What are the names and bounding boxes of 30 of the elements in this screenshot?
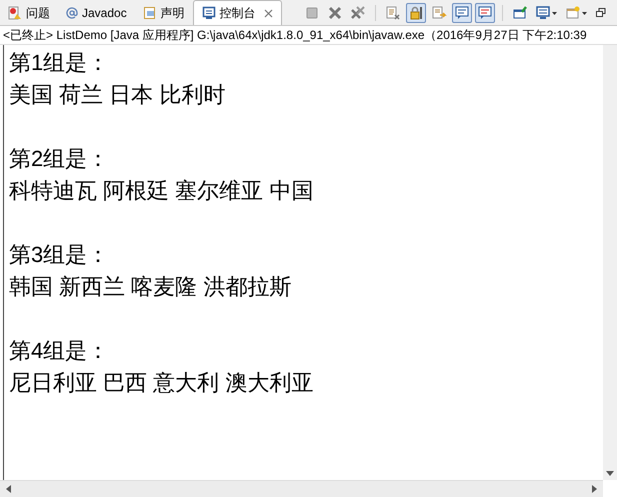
tab[interactable]: 控制台	[192, 0, 282, 25]
console-line: 尼日利亚 巴西 意大利 澳大利亚	[9, 369, 314, 397]
down-arrow-icon[interactable]	[606, 471, 614, 476]
right-arrow-icon[interactable]	[592, 485, 597, 493]
at-sign-icon	[66, 7, 78, 19]
left-arrow-icon[interactable]	[6, 485, 11, 493]
console-line: 科特迪瓦 阿根廷 塞尔维亚 中国	[9, 177, 314, 205]
tab[interactable]: 声明	[134, 1, 193, 25]
close-icon[interactable]	[327, 4, 343, 20]
document-icon	[142, 6, 157, 20]
console-icon	[202, 6, 216, 20]
warning-list-icon	[8, 6, 22, 20]
double-close-icon[interactable]	[350, 4, 366, 20]
pin-icon[interactable]	[512, 4, 528, 20]
restore-icon[interactable]	[595, 6, 607, 18]
vertical-scrollbar[interactable]	[603, 45, 617, 480]
console-line: 第1组是：	[9, 49, 110, 77]
tab[interactable]: 问题	[0, 1, 58, 25]
console-line: 第4组是：	[9, 337, 110, 365]
tab[interactable]: Javadoc	[58, 1, 135, 25]
console-line: 美国 荷兰 日本 比利时	[9, 81, 226, 109]
close-icon[interactable]	[264, 8, 273, 18]
new-window-dropdown-icon[interactable]	[565, 4, 588, 20]
clear-document-icon[interactable]	[385, 4, 401, 20]
horizontal-scrollbar[interactable]	[0, 480, 603, 497]
console-line: 第3组是：	[9, 241, 110, 269]
console-line: 韩国 新西兰 喀麦隆 洪都拉斯	[9, 273, 292, 301]
console-line: 第2组是：	[9, 145, 110, 173]
process-status: <已终止> ListDemo [Java 应用程序] G:\java\64x\jdk1.8.0_91_x64\bin\javaw.exe（2016年9月27日 下午2:10:39	[0, 26, 617, 45]
monitor-dropdown-icon[interactable]	[535, 4, 558, 20]
